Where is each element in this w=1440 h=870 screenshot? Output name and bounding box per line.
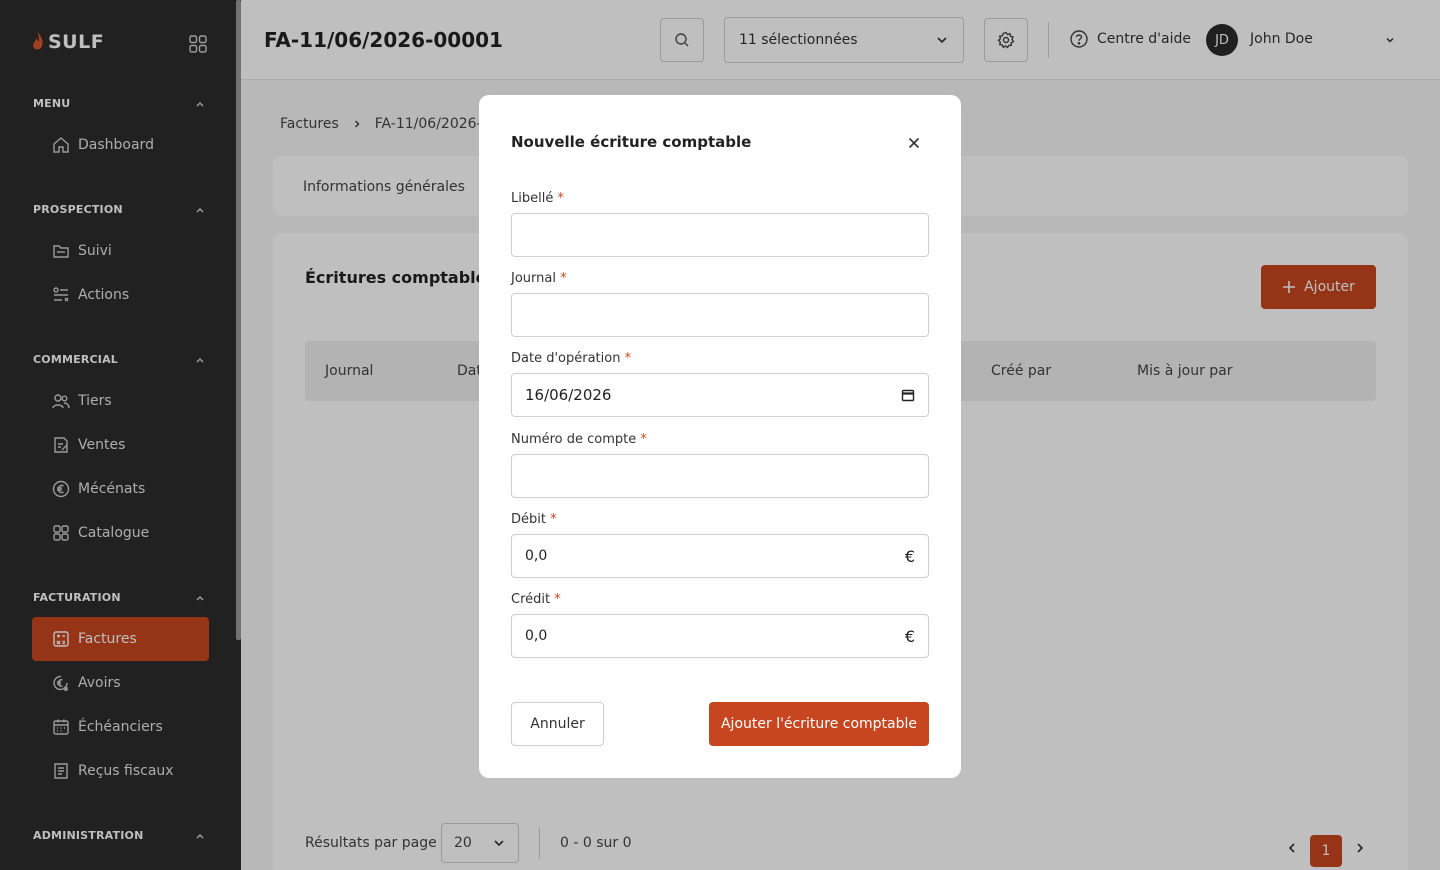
journal-label: Journal * [511,271,567,286]
required-mark: * [550,512,557,527]
libelle-label: Libellé * [511,191,564,206]
libelle-field[interactable] [511,213,929,257]
date-value: 16/06/2026 [525,386,612,404]
credit-label: Crédit * [511,592,561,607]
required-mark: * [624,351,632,366]
credit-field[interactable]: 0,0 € [511,614,929,658]
debit-value: 0,0 [525,548,548,564]
modal-title: Nouvelle écriture comptable [511,133,752,151]
close-button[interactable] [904,133,924,153]
euro-icon: € [904,546,915,566]
date-label: Date d'opération * [511,351,632,366]
cancel-button[interactable]: Annuler [511,702,604,746]
debit-field[interactable]: 0,0 € [511,534,929,578]
calendar-icon[interactable] [901,388,915,402]
required-mark: * [557,191,564,206]
credit-value: 0,0 [525,628,548,644]
compte-label: Numéro de compte * [511,432,647,447]
account-number-field[interactable] [511,454,929,498]
euro-icon: € [904,626,915,646]
date-field[interactable]: 16/06/2026 [511,373,929,417]
required-mark: * [560,271,567,286]
debit-label: Débit * [511,512,557,527]
journal-field[interactable] [511,293,929,337]
add-entry-button[interactable]: Ajouter l'écriture comptable [709,702,929,746]
required-mark: * [554,592,561,607]
close-icon [908,137,920,149]
required-mark: * [640,432,647,447]
new-entry-modal: Nouvelle écriture comptable Libellé * Jo… [479,95,961,778]
